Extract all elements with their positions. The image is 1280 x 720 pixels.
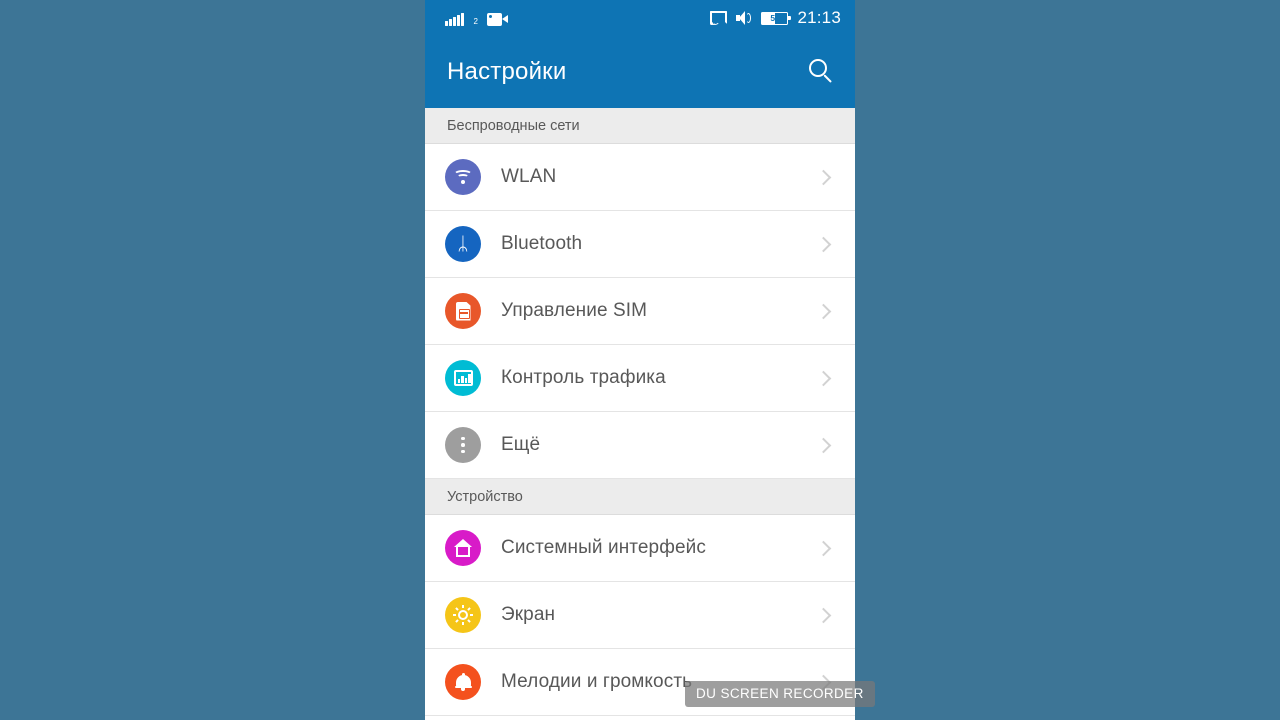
chevron-right-icon	[815, 370, 832, 386]
row-icon-wrap	[425, 159, 501, 195]
settings-row-label: Ещё	[501, 434, 541, 455]
chevron-right-icon	[815, 169, 832, 185]
cast-icon	[710, 11, 728, 25]
row-icon-wrap: ᛦ	[425, 226, 501, 262]
brightness-icon	[445, 597, 481, 633]
search-icon[interactable]	[809, 59, 835, 85]
app-bar: Настройки	[425, 36, 855, 108]
settings-row-label: Управление SIM	[501, 300, 648, 321]
home-icon	[445, 530, 481, 566]
settings-row-label: Bluetooth	[501, 233, 583, 254]
wifi-icon	[445, 159, 481, 195]
bluetooth-icon: ᛦ	[445, 226, 481, 262]
settings-row-brightness[interactable]: Экран	[425, 582, 855, 649]
chevron-right-icon	[815, 236, 832, 252]
settings-row-label: Экран	[501, 604, 556, 625]
section-header: Устройство	[425, 479, 855, 515]
more-dots-icon	[445, 427, 481, 463]
row-icon-wrap	[425, 597, 501, 633]
settings-row-more-dots[interactable]: Ещё	[425, 412, 855, 479]
chevron-right-icon	[815, 540, 832, 556]
chevron-right-icon	[815, 607, 832, 623]
row-icon-wrap	[425, 293, 501, 329]
signal-sim-index: 2	[473, 16, 478, 26]
section-header-label: Беспроводные сети	[447, 117, 580, 134]
row-icon-wrap	[425, 664, 501, 700]
settings-list: Беспроводные сети WLAN ᛦ Bluetooth Управлени…	[425, 108, 855, 716]
chevron-right-icon	[815, 437, 832, 453]
section-header: Беспроводные сети	[425, 108, 855, 144]
settings-row-label: WLAN	[501, 166, 557, 187]
sim-card-icon	[445, 293, 481, 329]
signal-bars-icon	[445, 11, 464, 26]
status-bar: 2 50 21:13	[425, 0, 855, 36]
status-bar-left: 2	[445, 11, 508, 26]
status-bar-right: 50 21:13	[710, 8, 841, 28]
section-header-label: Устройство	[447, 488, 523, 505]
bell-icon	[445, 664, 481, 700]
battery-level-label: 50	[770, 13, 780, 23]
settings-row-label: Контроль трафика	[501, 367, 666, 388]
row-icon-wrap	[425, 530, 501, 566]
row-icon-wrap	[425, 427, 501, 463]
settings-row-home[interactable]: Системный интерфейс	[425, 515, 855, 582]
settings-row-label: Системный интерфейс	[501, 537, 706, 558]
settings-row-sim-card[interactable]: Управление SIM	[425, 278, 855, 345]
settings-row-wifi[interactable]: WLAN	[425, 144, 855, 211]
page-title: Настройки	[447, 58, 567, 85]
battery-icon: 50	[761, 11, 791, 25]
video-camera-icon	[486, 12, 508, 26]
settings-row-data-usage-chart[interactable]: Контроль трафика	[425, 345, 855, 412]
chevron-right-icon	[815, 303, 832, 319]
phone-screen: 2 50 21:13 Настройки Беспроводные сети W…	[425, 0, 855, 720]
screen-recorder-watermark: DU SCREEN RECORDER	[685, 681, 875, 707]
status-bar-clock: 21:13	[797, 8, 841, 27]
row-icon-wrap	[425, 360, 501, 396]
settings-row-bluetooth[interactable]: ᛦ Bluetooth	[425, 211, 855, 278]
data-usage-chart-icon	[445, 360, 481, 396]
volume-icon	[736, 11, 752, 25]
